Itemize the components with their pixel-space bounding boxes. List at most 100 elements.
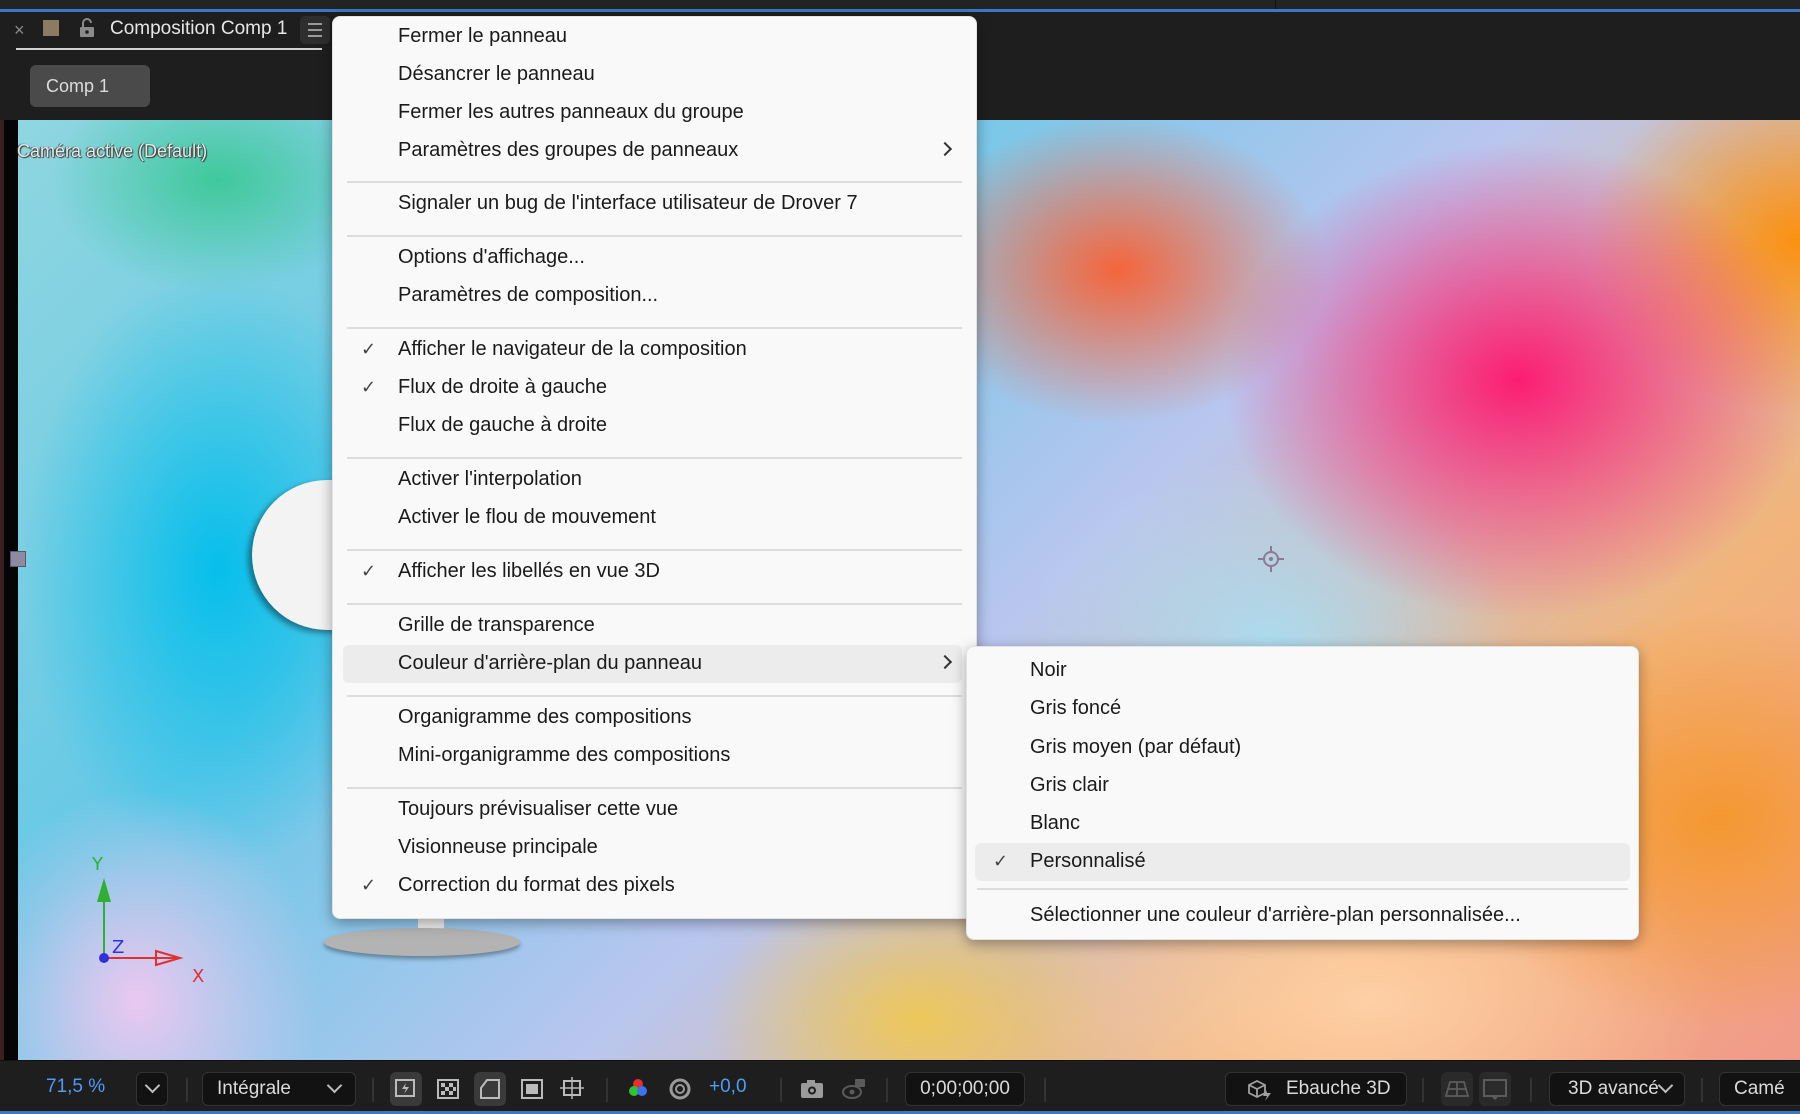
viewport-resize-handle[interactable] xyxy=(10,551,26,567)
mask-path-visibility-button[interactable] xyxy=(474,1072,506,1106)
3d-ground-plane-button[interactable] xyxy=(1441,1072,1473,1106)
fast-previews-button[interactable] xyxy=(390,1072,422,1106)
submenu-item-label: Gris foncé xyxy=(1030,697,1122,719)
separator xyxy=(1530,1078,1532,1102)
separator xyxy=(186,1078,188,1102)
close-tab-icon[interactable]: × xyxy=(14,20,25,41)
chevron-right-icon xyxy=(937,141,953,157)
menu-item-flux-droite-gauche[interactable]: ✓ Flux de droite à gauche xyxy=(343,369,962,407)
show-channel-button[interactable] xyxy=(622,1072,654,1106)
separator xyxy=(1044,1078,1046,1102)
snapshot-eye-icon xyxy=(842,1079,865,1099)
extended-viewer-button[interactable] xyxy=(1479,1072,1511,1106)
menu-item-parametres-composition[interactable]: Paramètres de composition... xyxy=(343,277,962,315)
3d-axis-gizmo[interactable]: Y Z X xyxy=(70,850,220,990)
submenu-item-blanc[interactable]: Blanc xyxy=(975,805,1630,843)
submenu-item-gris-clair[interactable]: Gris clair xyxy=(975,767,1630,805)
checkmark-icon: ✓ xyxy=(993,851,1009,871)
current-time-display[interactable]: 0;00;00;00 xyxy=(905,1072,1025,1106)
separator xyxy=(372,1078,374,1102)
3d-renderer-dropdown[interactable]: 3D avancé xyxy=(1549,1072,1685,1106)
menu-item-label: Flux de gauche à droite xyxy=(398,414,608,436)
menu-item-label: Mini-organigramme des compositions xyxy=(398,744,731,766)
grid-guides-icon xyxy=(560,1077,584,1099)
menu-item-label: Activer l'interpolation xyxy=(398,468,582,490)
menu-item-label: Paramètres de composition... xyxy=(398,284,659,306)
submenu-item-gris-moyen[interactable]: Gris moyen (par défaut) xyxy=(975,729,1630,767)
separator xyxy=(780,1078,782,1102)
composition-tab-title[interactable]: Composition Comp 1 xyxy=(110,18,287,40)
chevron-down-icon xyxy=(144,1077,161,1094)
menu-item-organigramme-compositions[interactable]: Organigramme des compositions xyxy=(343,699,962,737)
menu-item-label: Afficher les libellés en vue 3D xyxy=(398,560,660,582)
anchor-point-crosshair-icon[interactable] xyxy=(1256,544,1286,574)
menu-item-toujours-previsualiser[interactable]: Toujours prévisualiser cette vue xyxy=(343,791,962,829)
draft-3d-label: Ebauche 3D xyxy=(1286,1078,1391,1099)
menu-item-afficher-libelles-3d[interactable]: ✓ Afficher les libellés en vue 3D xyxy=(343,553,962,591)
submenu-item-label: Sélectionner une couleur d'arrière-plan … xyxy=(1030,904,1521,926)
menu-item-activer-flou-mouvement[interactable]: Activer le flou de mouvement xyxy=(343,499,962,537)
panel-context-menu: Fermer le panneau Désancrer le panneau Fer… xyxy=(332,16,977,919)
separator xyxy=(606,1078,608,1102)
camera-value: Camé xyxy=(1734,1078,1785,1099)
timecode-value: 0;00;00;00 xyxy=(920,1078,1010,1099)
aperture-icon xyxy=(669,1078,691,1100)
panel-menu-button[interactable] xyxy=(300,16,330,44)
region-of-interest-icon xyxy=(521,1079,543,1099)
resolution-dropdown[interactable]: Intégrale xyxy=(202,1072,356,1106)
show-snapshot-button[interactable] xyxy=(838,1072,870,1106)
magnification-value[interactable]: 71,5 % xyxy=(46,1076,105,1098)
menu-separator xyxy=(347,327,962,329)
menu-item-signaler-bug[interactable]: Signaler un bug de l'interface utilisate… xyxy=(343,185,962,223)
menu-item-options-affichage[interactable]: Options d'affichage... xyxy=(343,239,962,277)
monitor-base xyxy=(324,928,520,956)
menu-separator xyxy=(977,888,1628,890)
menu-item-activer-interpolation[interactable]: Activer l'interpolation xyxy=(343,461,962,499)
comp-breadcrumb-button[interactable]: Comp 1 xyxy=(30,65,150,107)
menu-separator xyxy=(347,787,962,789)
menu-separator xyxy=(347,181,962,183)
menu-item-label: Flux de droite à gauche xyxy=(398,376,608,398)
menu-item-parametres-groupes-panneaux[interactable]: Paramètres des groupes de panneaux xyxy=(343,132,962,170)
submenu-item-gris-fonce[interactable]: Gris foncé xyxy=(975,690,1630,728)
label-color-swatch[interactable] xyxy=(43,20,59,36)
menu-separator xyxy=(347,603,962,605)
menu-item-grille-transparence[interactable]: Grille de transparence xyxy=(343,607,962,645)
checkmark-icon: ✓ xyxy=(361,377,377,397)
submenu-item-personnalise[interactable]: ✓ Personnalisé xyxy=(975,843,1630,881)
grid-guides-button[interactable] xyxy=(556,1072,588,1106)
magnification-dropdown[interactable] xyxy=(136,1072,168,1106)
viewport-left-border xyxy=(4,120,18,1060)
active-camera-dropdown[interactable]: Camé xyxy=(1719,1072,1800,1106)
menu-item-label: Correction du format des pixels xyxy=(398,874,675,896)
checkmark-icon: ✓ xyxy=(361,875,377,895)
mask-path-icon xyxy=(480,1079,500,1099)
submenu-item-noir[interactable]: Noir xyxy=(975,652,1630,690)
menu-item-label: Visionneuse principale xyxy=(398,836,598,858)
exposure-value[interactable]: +0,0 xyxy=(709,1076,747,1098)
y-axis-arrow xyxy=(97,878,111,902)
menu-item-desancrer-panneau[interactable]: Désancrer le panneau xyxy=(343,56,962,94)
unlock-icon[interactable] xyxy=(78,18,96,38)
submenu-item-selectionner-couleur-personnalisee[interactable]: Sélectionner une couleur d'arrière-plan … xyxy=(975,897,1630,935)
separator xyxy=(1422,1078,1424,1102)
menu-item-visionneuse-principale[interactable]: Visionneuse principale xyxy=(343,829,962,867)
menu-item-fermer-autres-panneaux[interactable]: Fermer les autres panneaux du groupe xyxy=(343,94,962,132)
menu-item-afficher-navigateur[interactable]: ✓ Afficher le navigateur de la compositio… xyxy=(343,331,962,369)
rgb-channels-icon xyxy=(629,1079,647,1096)
menu-item-flux-gauche-droite[interactable]: Flux de gauche à droite xyxy=(343,407,962,445)
take-snapshot-button[interactable] xyxy=(796,1072,828,1106)
draft-3d-button[interactable]: Ebauche 3D xyxy=(1225,1072,1407,1106)
submenu-item-label: Blanc xyxy=(1030,812,1081,834)
menu-item-correction-format-pixels[interactable]: ✓ Correction du format des pixels xyxy=(343,867,962,905)
menu-item-fermer-panneau[interactable]: Fermer le panneau xyxy=(343,18,962,56)
menu-item-label: Options d'affichage... xyxy=(398,246,585,268)
transparency-grid-button[interactable] xyxy=(432,1072,464,1106)
region-of-interest-button[interactable] xyxy=(516,1072,548,1106)
menu-item-label: Grille de transparence xyxy=(398,614,595,636)
reset-exposure-button[interactable] xyxy=(664,1072,696,1106)
chevron-right-icon xyxy=(937,654,953,670)
menu-item-couleur-arriere-plan[interactable]: Couleur d'arrière-plan du panneau xyxy=(343,645,962,683)
submenu-item-label: Noir xyxy=(1030,659,1067,681)
menu-item-mini-organigramme[interactable]: Mini-organigramme des compositions xyxy=(343,737,962,775)
